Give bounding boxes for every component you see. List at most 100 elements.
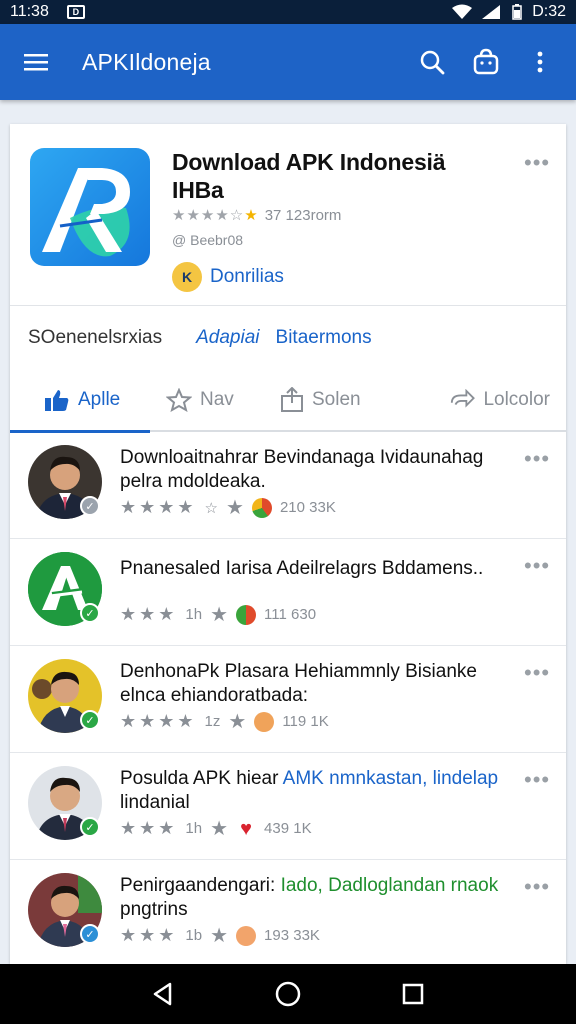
list-item-title: DenhonaPk Plasara Hehiammnly Bisianke el… [120, 660, 502, 708]
tab-nav[interactable]: Nav [150, 369, 250, 431]
reaction-icon [236, 925, 257, 946]
tab-solen[interactable]: Solen [250, 369, 400, 431]
featured-title-line2: IHBa [172, 177, 224, 203]
item-more-icon[interactable]: ••• [524, 769, 550, 791]
thumbs-up-icon [45, 390, 69, 411]
count-text: 111 630 [264, 606, 317, 623]
verified-badge-icon: ✓ [80, 496, 100, 516]
signal-icon [482, 5, 501, 19]
list-item-title: Posulda APK hiear AMK nmnkastan, lindela… [120, 767, 502, 815]
developer-name: Donrilias [210, 266, 284, 287]
developer-badge-icon: K [172, 262, 202, 292]
stars-icon: ★★★ [120, 925, 178, 945]
developer-link[interactable]: K Donrilias [172, 262, 284, 292]
home-circle-icon [275, 981, 301, 1007]
rating-count: 37 123rorm [264, 206, 342, 224]
verified-badge-icon: ✓ [80, 603, 100, 623]
status-bar: 11:38 D D:32 [0, 0, 576, 24]
count-text: 193 33K [264, 927, 320, 944]
item-more-icon[interactable]: ••• [524, 448, 550, 470]
recents-button[interactable] [393, 974, 433, 1014]
half-star: ☆ [204, 499, 218, 517]
count-text: 119 1K [282, 713, 329, 730]
list-item[interactable]: ✓ Downloaitnahrar Bevindanaga Ividaunaha… [10, 432, 566, 539]
featured-more-icon[interactable]: ••• [524, 152, 550, 174]
list-item[interactable]: ✓ DenhonaPk Plasara Hehiammnly Bisianke … [10, 646, 566, 753]
featured-title-line1: Download APK Indonesiä [172, 149, 446, 175]
list-item-rating: ★★★ 1b ★ 193 33K [120, 923, 320, 948]
half-star: 1b [185, 927, 203, 944]
title-text: Pnanesaled Iarisa Adeilrelagrs Bddamens.… [120, 558, 484, 579]
reaction-icon [251, 497, 272, 518]
half-star: 1z [204, 713, 221, 730]
star-icon: ★ [228, 711, 247, 733]
list-item-title: Downloaitnahrar Bevindanaga Ividaunahag … [120, 446, 502, 494]
search-button[interactable] [416, 46, 448, 78]
list-item-title: Penirgaandengari: Iado, Dadloglandan rna… [120, 874, 502, 922]
recents-square-icon [403, 983, 424, 1005]
featured-app[interactable]: Download APK Indonesiä IHBa ★★★★☆★ 37 12… [10, 124, 566, 306]
status-time: 11:38 [10, 3, 49, 20]
category-link-2[interactable]: Bitaermons [276, 327, 372, 349]
item-more-icon[interactable]: ••• [524, 555, 550, 577]
featured-meta: @ Beebr08 [172, 232, 244, 248]
back-button[interactable] [143, 974, 183, 1014]
wifi-icon [452, 4, 473, 19]
tab-label: Nav [200, 389, 234, 410]
notification-badge-icon: D [66, 5, 85, 19]
list-item[interactable]: ✓ Pnanesaled Iarisa Adeilrelagrs Bddamen… [10, 539, 566, 646]
tab-bar: Aplle Nav Solen Lolcolor [10, 369, 566, 433]
shopping-bag-icon [473, 48, 499, 75]
app-logo [30, 148, 150, 266]
tab-label: Lolcolor [483, 389, 550, 410]
title-tail: pngtrins [120, 899, 188, 920]
list-item-rating: ★★★★ ☆ ★ 210 33K [120, 495, 336, 520]
home-button[interactable] [268, 974, 308, 1014]
item-more-icon[interactable]: ••• [524, 662, 550, 684]
item-more-icon[interactable]: ••• [524, 876, 550, 898]
title-text: Posulda APK hiear [120, 768, 283, 789]
rating-stars-icon: ★★★★☆★ [172, 207, 259, 224]
title-highlight: AMK nmnkastan, lindelap [282, 768, 499, 789]
heart-icon: ♥ [240, 817, 252, 840]
stars-icon: ★★★ [120, 604, 178, 624]
overflow-menu-button[interactable] [524, 46, 556, 78]
content-card: Download APK Indonesiä IHBa ★★★★☆★ 37 12… [10, 124, 566, 964]
title-text: DenhonaPk Plasara Hehiammnly Bisianke el… [120, 661, 477, 706]
reaction-icon [254, 711, 275, 732]
system-nav-bar [0, 964, 576, 1024]
list-item[interactable]: ✓ Posulda APK hiear AMK nmnkastan, linde… [10, 753, 566, 860]
stars-icon: ★★★ [120, 818, 178, 838]
tab-lolcolor[interactable]: Lolcolor [400, 369, 566, 431]
featured-title: Download APK Indonesiä IHBa [172, 148, 502, 204]
category-bar: SOenenelsrxias Adapiai Bitaermons [10, 306, 566, 370]
category-link-1[interactable]: Adapiai [196, 327, 259, 349]
list-item-rating: ★★★ 1h ★ ♥ 439 1K [120, 816, 312, 841]
title-text: Penirgaandengari: [120, 875, 281, 896]
store-button[interactable] [470, 46, 502, 78]
count-text: 439 1K [264, 820, 312, 837]
app-bar: APKIldoneja [0, 24, 576, 100]
star-icon: ★ [210, 818, 229, 840]
list-item-rating: ★★★ 1h ★ 111 630 [120, 602, 316, 627]
list-item[interactable]: ✓ Penirgaandengari: Iado, Dadloglandan r… [10, 860, 566, 964]
tab-label: Solen [312, 389, 361, 410]
title-text: Downloaitnahrar Bevindanaga Ividaunahag … [120, 447, 484, 492]
half-star: 1h [185, 606, 203, 623]
category-label: SOenenelsrxias [28, 327, 163, 348]
hamburger-icon [24, 54, 48, 71]
featured-rating: ★★★★☆★ 37 123rorm [172, 206, 342, 225]
count-text: 210 33K [279, 499, 336, 516]
forward-icon [450, 389, 475, 408]
apk-logo-icon [42, 168, 130, 257]
verified-badge-icon: ✓ [80, 924, 100, 944]
battery-icon [512, 4, 522, 20]
half-star: 1h [185, 820, 203, 837]
list-item-rating: ★★★★ 1z ★ 119 1K [120, 709, 329, 734]
menu-button[interactable] [20, 46, 52, 78]
tab-aplle[interactable]: Aplle [10, 369, 150, 433]
title-highlight: Iado, Dadloglandan rnaok [280, 875, 499, 896]
verified-badge-icon: ✓ [80, 710, 100, 730]
title-tail: lindanial [120, 792, 190, 813]
app-title: APKIldoneja [82, 48, 211, 75]
